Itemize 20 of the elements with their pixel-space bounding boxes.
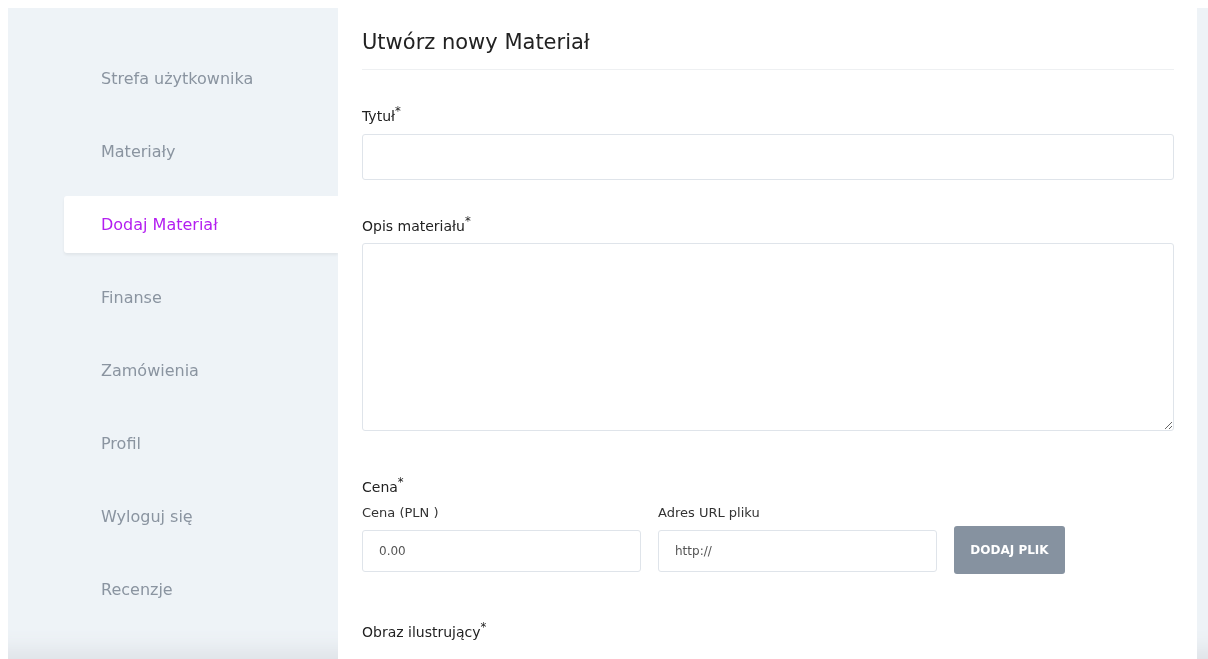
sidebar-item[interactable]: Recenzje <box>64 561 338 618</box>
add-file-button[interactable]: DODAJ PLIK <box>954 525 1065 574</box>
field-label: Adres URL pliku <box>658 504 761 520</box>
sidebar-item[interactable]: Finanse <box>64 269 338 326</box>
sidebar-item[interactable]: Profil <box>64 415 338 472</box>
price-input-field[interactable]: 0.00 <box>362 529 641 572</box>
sidebar-item[interactable]: Zamówienia <box>64 342 338 399</box>
page-title: Utwórz nowy Materiał <box>362 30 591 54</box>
field-label: Cena (PLN ) <box>362 504 440 520</box>
url-input-field[interactable]: http:// <box>658 529 937 572</box>
sidebar-item[interactable]: Dodaj Materiał <box>64 196 338 253</box>
section-label: Cena$^{*}$ <box>362 475 405 495</box>
field-label: Tytuł$^{*}$ <box>362 104 402 124</box>
sidebar-item[interactable]: Materiały <box>64 123 338 180</box>
sidebar-item[interactable]: Strefa użytkownika <box>64 50 338 107</box>
sidebar-item[interactable]: Wyloguj się <box>64 488 338 545</box>
description-textarea-field[interactable] <box>362 243 1174 432</box>
title-input-field[interactable] <box>362 133 1174 180</box>
field-label: Obraz ilustrujący$^{*}$ <box>362 619 488 640</box>
field-label: Opis materiału$^{*}$ <box>362 213 472 234</box>
